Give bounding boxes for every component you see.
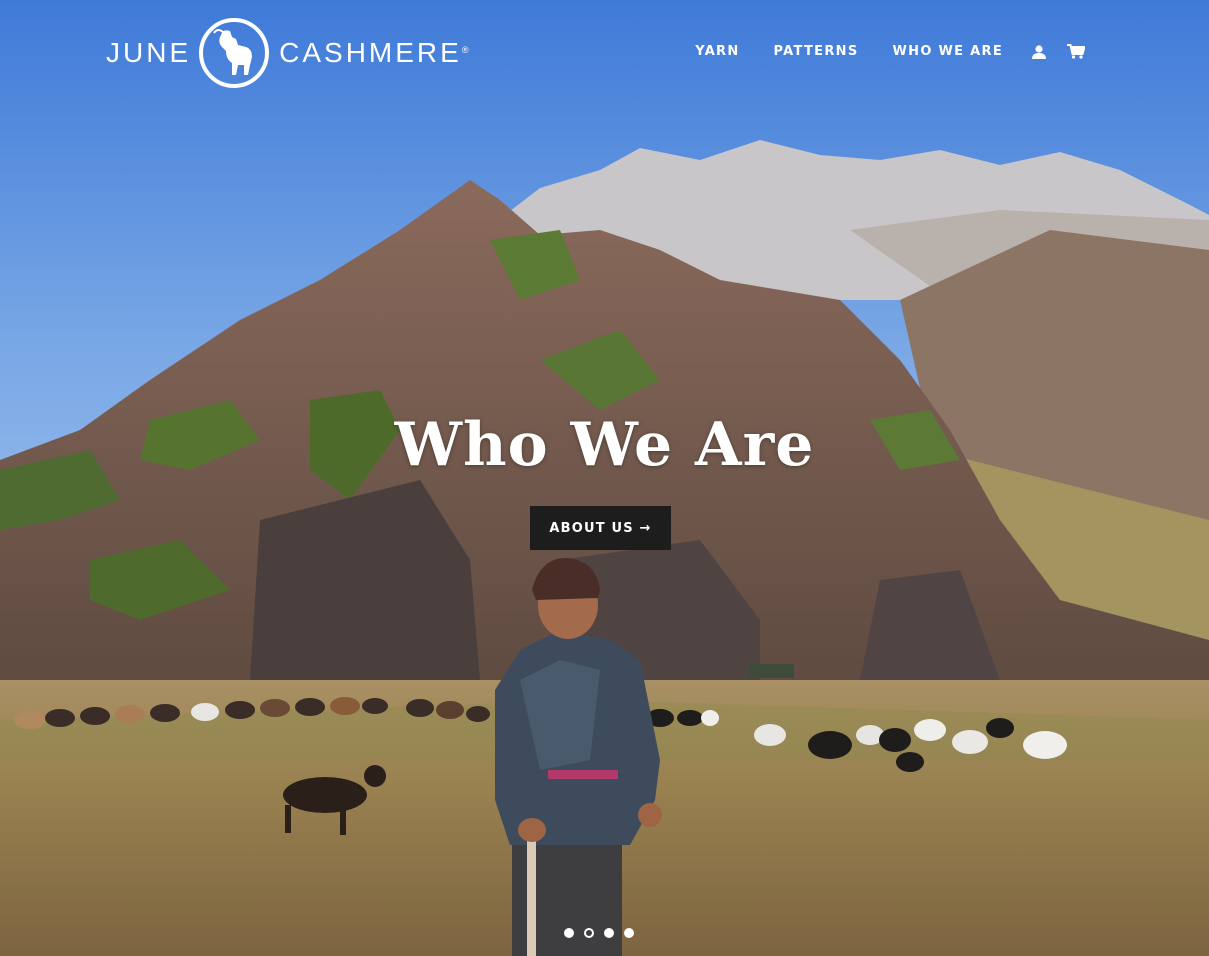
slideshow-dots	[564, 928, 644, 938]
brand-name-left: JUNE	[106, 37, 192, 68]
main-nav: YARN PATTERNS WHO WE ARE	[695, 44, 1085, 59]
cart-icon	[1067, 44, 1085, 59]
trademark: ®	[461, 45, 469, 55]
slide-dot-2[interactable]	[584, 928, 594, 938]
nav-item-who-we-are[interactable]: WHO WE ARE	[893, 44, 1004, 59]
slide-dot-4[interactable]	[624, 928, 634, 938]
user-icon	[1032, 44, 1046, 59]
hero-title: Who We Are	[394, 410, 815, 480]
site-header: JUNE CASHMERE ® YARN PATTERNS WHO WE ARE	[0, 0, 1209, 110]
brand-name-right: CASHMERE	[279, 37, 462, 68]
nav-item-patterns[interactable]: PATTERNS	[774, 44, 859, 59]
account-link[interactable]	[1031, 44, 1047, 59]
goat-logo-icon	[199, 18, 270, 88]
nav-item-yarn[interactable]: YARN	[695, 44, 739, 59]
goat-icon	[213, 29, 253, 75]
slide-dot-1[interactable]	[564, 928, 574, 938]
cart-link[interactable]	[1067, 44, 1085, 59]
brand-logo[interactable]: JUNE CASHMERE ®	[106, 15, 468, 91]
slide-dot-3[interactable]	[604, 928, 614, 938]
about-us-button[interactable]: ABOUT US →	[530, 506, 671, 550]
